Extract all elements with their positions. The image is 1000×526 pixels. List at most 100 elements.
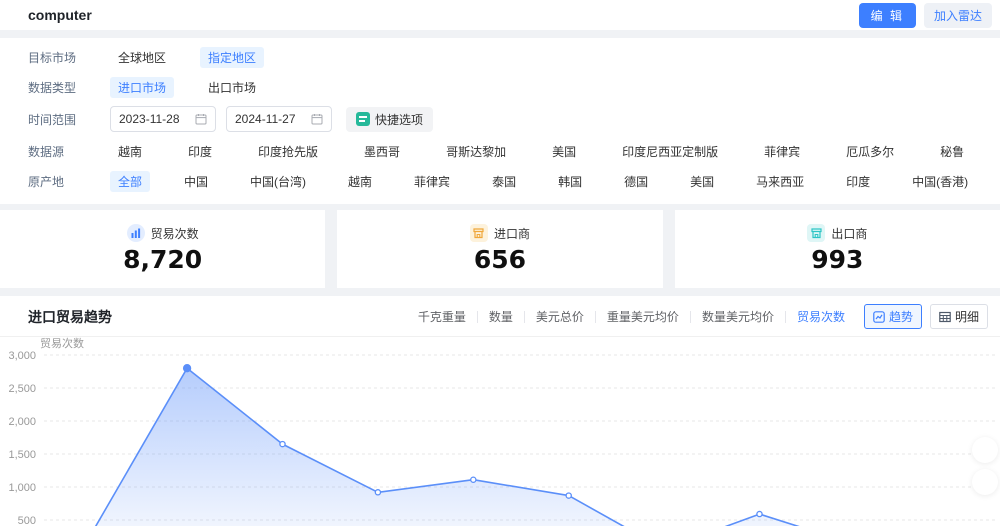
exporter-shop-icon (807, 224, 825, 242)
detail-view-button[interactable]: 明细 (930, 304, 988, 329)
data-source-option-5[interactable]: 美国 (544, 141, 584, 162)
y-tick-label: 2,500 (8, 383, 36, 395)
data-source-option-1[interactable]: 印度 (180, 141, 220, 162)
calendar-icon (195, 113, 207, 125)
data-point-2024-03[interactable] (471, 477, 476, 482)
divider (0, 288, 1000, 296)
filter-row-time-range: 时间范围 2023-11-28 2024-11-27 快捷选项 (28, 106, 972, 132)
float-button-bottom[interactable] (972, 469, 998, 495)
data-source-option-2[interactable]: 印度抢先版 (250, 141, 326, 162)
metric-tab-1[interactable]: 数量 (478, 311, 525, 323)
origin-option-10[interactable]: 印度 (838, 171, 878, 192)
y-tick-label: 1,500 (8, 449, 36, 461)
stat-value: 993 (811, 245, 863, 274)
data-source-option-8[interactable]: 厄瓜多尔 (838, 141, 902, 162)
origin-option-11[interactable]: 中国(香港) (904, 171, 976, 192)
filter-row-origin: 原产地 全部中国中国(台湾)越南菲律宾泰国韩国德国美国马来西亚印度中国(香港)印… (28, 170, 972, 192)
data-source-option-6[interactable]: 印度尼西亚定制版 (614, 141, 726, 162)
origin-option-6[interactable]: 韩国 (550, 171, 590, 192)
data-source-option-9[interactable]: 秘鲁 (932, 141, 972, 162)
stat-card-0: 贸易次数 8,720 (0, 210, 325, 288)
stat-label: 出口商 (831, 225, 867, 242)
quick-options-icon (356, 112, 370, 126)
data-point-2023-12[interactable] (184, 365, 191, 372)
top-bar: computer 编 辑 加入雷达 (0, 0, 1000, 30)
edit-button[interactable]: 编 辑 (859, 3, 916, 28)
data-source-option-3[interactable]: 墨西哥 (356, 141, 408, 162)
divider (0, 30, 1000, 38)
filter-panel: 目标市场 全球地区 指定地区 数据类型 进口市场 出口市场 时间范围 2023-11… (0, 38, 1000, 204)
stat-label: 贸易次数 (151, 225, 199, 242)
origin-option-2[interactable]: 中国(台湾) (242, 171, 314, 192)
end-date-value: 2024-11-27 (235, 112, 296, 126)
origin-option-7[interactable]: 德国 (616, 171, 656, 192)
join-radar-button[interactable]: 加入雷达 (924, 3, 992, 28)
y-tick-label: 1,000 (8, 482, 36, 494)
metric-tab-0[interactable]: 千克重量 (407, 311, 478, 323)
page-title: computer (28, 7, 92, 23)
topbar-actions: 编 辑 加入雷达 (859, 3, 992, 28)
stat-value: 656 (474, 245, 526, 274)
origin-option-8[interactable]: 美国 (682, 171, 722, 192)
filter-label: 时间范围 (28, 111, 86, 128)
bar-chart-icon (127, 224, 145, 242)
origin-options: 全部中国中国(台湾)越南菲律宾泰国韩国德国美国马来西亚印度中国(香港)印度尼西亚… (110, 171, 1000, 192)
view-button-label: 明细 (955, 308, 979, 325)
metric-tab-3[interactable]: 重量美元均价 (596, 311, 691, 323)
start-date-value: 2023-11-28 (119, 112, 180, 126)
y-tick-label: 2,000 (8, 416, 36, 428)
data-type-option-1[interactable]: 出口市场 (200, 77, 264, 98)
stat-card-2: 出口商 993 (675, 210, 1000, 288)
target-market-options: 全球地区 指定地区 (110, 47, 972, 68)
trend-chart[interactable]: 贸易次数05001,0001,5002,0002,5003,0002023-11… (0, 337, 1000, 526)
origin-option-3[interactable]: 越南 (340, 171, 380, 192)
stat-label: 进口商 (494, 225, 530, 242)
start-date-input[interactable]: 2023-11-28 (110, 106, 216, 132)
data-point-2024-04[interactable] (566, 493, 571, 498)
quick-options-button[interactable]: 快捷选项 (346, 107, 433, 132)
trend-panel-header: 进口贸易趋势 千克重量数量美元总价重量美元均价数量美元均价贸易次数 趋势 明细 (0, 296, 1000, 337)
trend-chart-area: 贸易次数05001,0001,5002,0002,5003,0002023-11… (0, 337, 1000, 526)
metric-tab-5[interactable]: 贸易次数 (786, 311, 856, 323)
data-type-options: 进口市场 出口市场 (110, 77, 972, 98)
data-source-option-4[interactable]: 哥斯达黎加 (438, 141, 514, 162)
data-point-2024-01[interactable] (280, 442, 285, 447)
trend-view-button[interactable]: 趋势 (864, 304, 922, 329)
target-market-option-0[interactable]: 全球地区 (110, 47, 174, 68)
y-axis-title: 贸易次数 (40, 337, 84, 350)
time-range-controls: 2023-11-28 2024-11-27 快捷选项 (110, 106, 972, 132)
filter-label: 数据类型 (28, 79, 86, 96)
stat-card-header: 贸易次数 (127, 224, 199, 242)
stat-card-header: 进口商 (470, 224, 530, 242)
trend-title: 进口贸易趋势 (28, 307, 112, 327)
filter-row-data-source: 数据源 越南印度印度抢先版墨西哥哥斯达黎加美国印度尼西亚定制版菲律宾厄瓜多尔秘鲁… (28, 140, 972, 162)
end-date-input[interactable]: 2024-11-27 (226, 106, 332, 132)
filter-label: 原产地 (28, 173, 86, 190)
origin-option-1[interactable]: 中国 (176, 171, 216, 192)
origin-option-9[interactable]: 马来西亚 (748, 171, 812, 192)
chart-tools: 千克重量数量美元总价重量美元均价数量美元均价贸易次数 趋势 明细 (407, 304, 988, 329)
float-button-top[interactable] (972, 437, 998, 463)
stat-value: 8,720 (123, 245, 202, 274)
view-button-label: 趋势 (889, 308, 913, 325)
origin-option-0[interactable]: 全部 (110, 171, 150, 192)
y-tick-label: 3,000 (8, 350, 36, 362)
data-point-2024-02[interactable] (375, 490, 380, 495)
table-icon (939, 311, 951, 323)
quick-options-label: 快捷选项 (375, 111, 423, 128)
origin-option-4[interactable]: 菲律宾 (406, 171, 458, 192)
origin-option-5[interactable]: 泰国 (484, 171, 524, 192)
stat-card-1: 进口商 656 (337, 210, 662, 288)
data-source-option-7[interactable]: 菲律宾 (756, 141, 808, 162)
data-source-option-0[interactable]: 越南 (110, 141, 150, 162)
filter-label: 目标市场 (28, 49, 86, 66)
data-point-2024-06[interactable] (757, 511, 762, 516)
metric-tab-2[interactable]: 美元总价 (525, 311, 596, 323)
trend-chart-icon (873, 311, 885, 323)
filter-row-target-market: 目标市场 全球地区 指定地区 (28, 46, 972, 68)
trend-panel: 进口贸易趋势 千克重量数量美元总价重量美元均价数量美元均价贸易次数趋势明细 贸易… (0, 296, 1000, 526)
target-market-option-1[interactable]: 指定地区 (200, 47, 264, 68)
metric-tab-4[interactable]: 数量美元均价 (691, 311, 786, 323)
filter-row-data-type: 数据类型 进口市场 出口市场 (28, 76, 972, 98)
data-type-option-0[interactable]: 进口市场 (110, 77, 174, 98)
